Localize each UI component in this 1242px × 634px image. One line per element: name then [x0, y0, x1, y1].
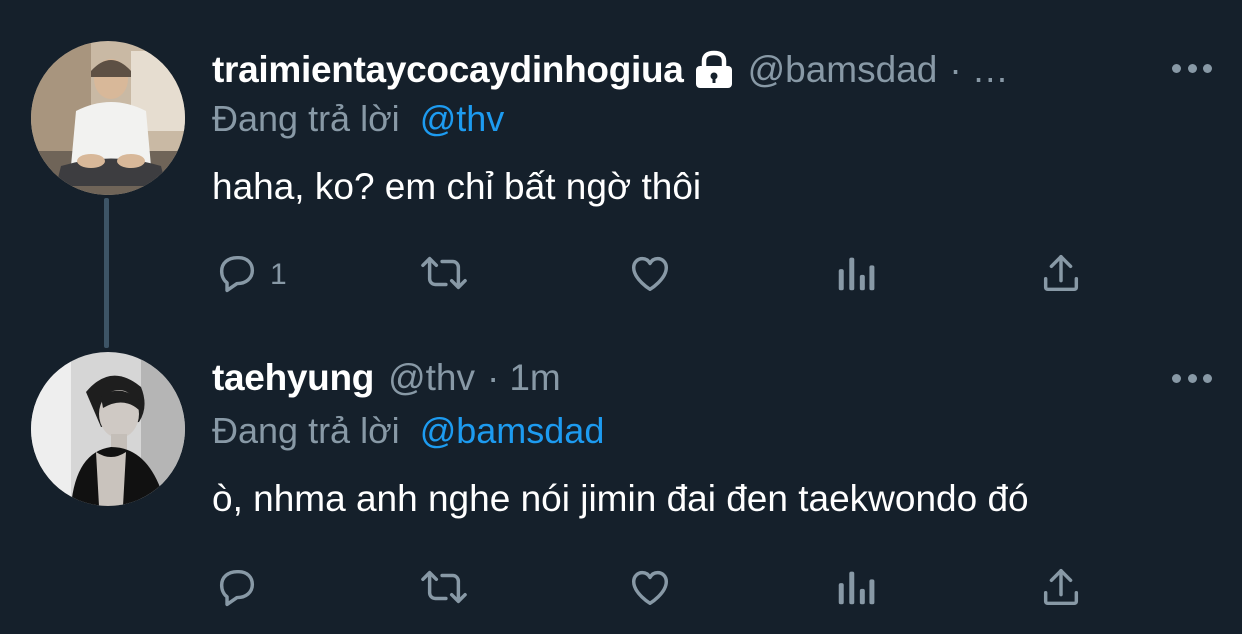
avatar[interactable] [31, 41, 185, 195]
replying-prefix: Đang trả lời [212, 410, 400, 451]
separator-dot: · [949, 49, 962, 90]
like-icon [627, 250, 673, 301]
timestamp[interactable]: 1m [509, 357, 560, 399]
more-options-icon[interactable] [1172, 60, 1212, 76]
tweet-text: haha, ko? em chỉ bất ngờ thôi [212, 166, 702, 207]
timestamp[interactable]: … [972, 49, 1009, 91]
replying-prefix: Đang trả lời [212, 98, 400, 139]
reply-button[interactable] [214, 564, 270, 614]
replying-to-line: Đang trả lời @bamsdad [212, 410, 604, 452]
lock-icon [694, 50, 734, 90]
replying-to-line: Đang trả lời @thv [212, 98, 504, 140]
mention-link[interactable]: @thv [420, 98, 505, 139]
tweet-header: traimientaycocaydinhogiua @bamsdad · … [212, 45, 1009, 95]
avatar[interactable] [31, 352, 185, 506]
tweet-actions [0, 564, 1242, 614]
share-button[interactable] [1038, 250, 1084, 300]
retweet-icon [418, 564, 470, 615]
reply-count: 1 [270, 258, 287, 291]
reply-button[interactable]: 1 [214, 250, 287, 300]
tweet-actions: 1 [0, 250, 1242, 300]
like-icon [627, 564, 673, 615]
retweet-button[interactable] [418, 564, 470, 614]
user-handle[interactable]: @bamsdad [748, 49, 938, 91]
share-button[interactable] [1038, 564, 1084, 614]
retweet-button[interactable] [418, 250, 470, 300]
analytics-icon [834, 564, 878, 615]
more-options-icon[interactable] [1172, 370, 1212, 386]
analytics-button[interactable] [834, 250, 878, 300]
user-handle[interactable]: @thv [388, 357, 475, 399]
separator-dot: · [486, 357, 500, 398]
like-button[interactable] [627, 564, 673, 614]
share-icon [1038, 250, 1084, 301]
reply-icon [214, 564, 260, 615]
analytics-button[interactable] [834, 564, 878, 614]
tweet-text: ò, nhma anh nghe nói jimin đai đen taekw… [212, 478, 1029, 519]
tweet-header: taehyung @thv · 1m [212, 353, 561, 403]
analytics-icon [834, 250, 878, 301]
mention-link[interactable]: @bamsdad [420, 410, 605, 451]
retweet-icon [418, 250, 470, 301]
display-name[interactable]: taehyung [212, 357, 374, 399]
like-button[interactable] [627, 250, 673, 300]
share-icon [1038, 564, 1084, 615]
display-name[interactable]: traimientaycocaydinhogiua [212, 49, 684, 91]
reply-icon [214, 250, 260, 301]
